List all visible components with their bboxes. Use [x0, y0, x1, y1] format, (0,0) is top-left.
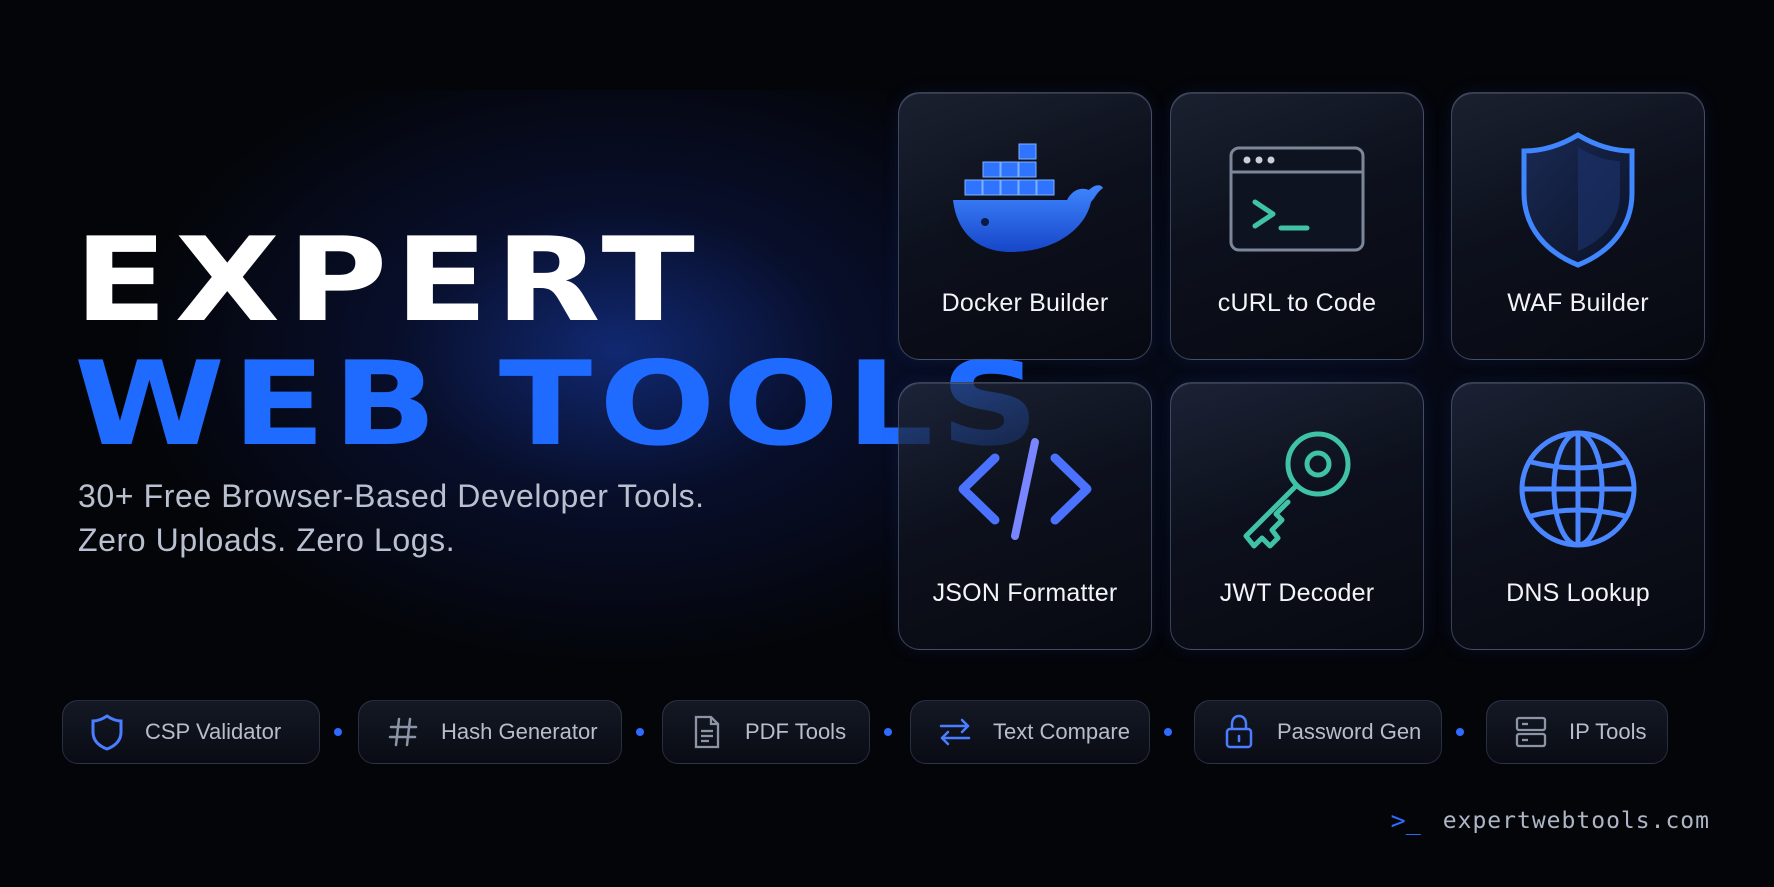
pill-password-gen[interactable]: Password Gen — [1194, 700, 1442, 764]
pill-label: Password Gen — [1277, 719, 1422, 744]
separator-dot — [884, 728, 892, 736]
url-text[interactable]: expertwebtools.com — [1443, 808, 1710, 834]
server-icon — [1511, 712, 1551, 752]
pill-hash-generator[interactable]: Hash Generator — [358, 700, 622, 764]
tool-card-jwt-decoder[interactable]: JWT Decoder — [1170, 382, 1424, 650]
separator-dot — [1164, 728, 1172, 736]
pill-label: CSP Validator — [145, 719, 282, 744]
tool-card-label: JSON Formatter — [932, 579, 1118, 607]
terminal-window-icon — [1171, 129, 1423, 269]
tool-card-docker-builder[interactable]: Docker Builder — [898, 92, 1152, 360]
swap-arrows-icon — [935, 712, 975, 752]
tool-card-label: Docker Builder — [941, 289, 1109, 317]
pill-label: IP Tools — [1569, 719, 1647, 744]
pill-ip-tools[interactable]: IP Tools — [1486, 700, 1668, 764]
tool-card-waf-builder[interactable]: WAF Builder — [1451, 92, 1705, 360]
key-icon — [1171, 419, 1423, 559]
pill-label: PDF Tools — [745, 719, 847, 744]
pill-label: Text Compare — [993, 719, 1130, 744]
site-url[interactable]: >_ expertwebtools.com — [1391, 806, 1710, 835]
pill-pdf-tools[interactable]: PDF Tools — [662, 700, 870, 764]
hash-icon — [383, 712, 423, 752]
lock-icon — [1219, 712, 1259, 752]
tool-card-label: WAF Builder — [1507, 289, 1649, 317]
shield-icon — [1452, 129, 1704, 269]
separator-dot — [1456, 728, 1464, 736]
tool-card-label: cURL to Code — [1217, 289, 1377, 317]
code-brackets-icon — [899, 419, 1151, 559]
tool-card-label: DNS Lookup — [1506, 579, 1650, 607]
docker-whale-icon — [899, 129, 1151, 269]
shield-outline-icon — [87, 712, 127, 752]
tool-card-label: JWT Decoder — [1219, 579, 1375, 607]
globe-icon — [1452, 419, 1704, 559]
hero-title: EXPERT WEB TOOLS — [74, 222, 1039, 464]
hero-subtitle: 30+ Free Browser-Based Developer Tools. … — [78, 474, 838, 562]
separator-dot — [636, 728, 644, 736]
document-icon — [687, 712, 727, 752]
separator-dot — [334, 728, 342, 736]
pill-text-compare[interactable]: Text Compare — [910, 700, 1150, 764]
prompt-icon: >_ — [1390, 806, 1421, 835]
tool-card-json-formatter[interactable]: JSON Formatter — [898, 382, 1152, 650]
subtitle-line-1: 30+ Free Browser-Based Developer Tools. — [78, 478, 705, 514]
pill-csp-validator[interactable]: CSP Validator — [62, 700, 320, 764]
tool-card-curl-to-code[interactable]: cURL to Code — [1170, 92, 1424, 360]
pill-label: Hash Generator — [441, 719, 598, 744]
tool-card-dns-lookup[interactable]: DNS Lookup — [1451, 382, 1705, 650]
subtitle-line-2: Zero Uploads. Zero Logs. — [78, 522, 456, 558]
